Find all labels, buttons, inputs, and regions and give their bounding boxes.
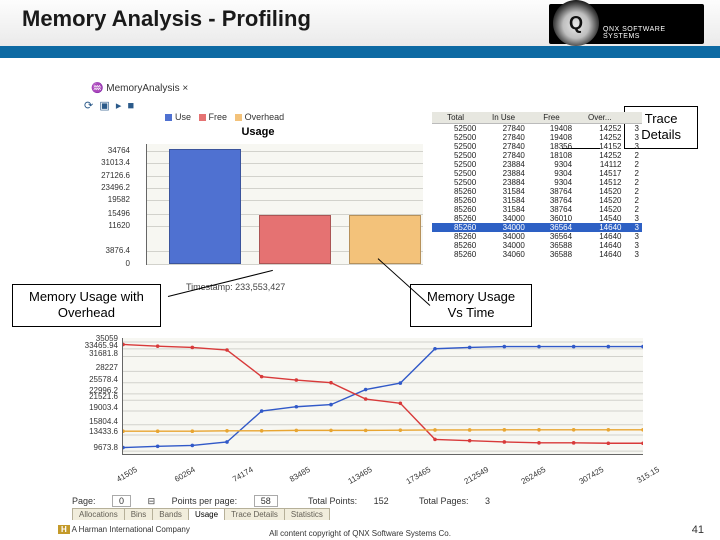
tab-bands[interactable]: Bands	[152, 508, 189, 520]
qnx-badge-icon: Q	[553, 0, 599, 46]
trace-details-table[interactable]: TotalIn UseFreeOver...525002784019408142…	[432, 112, 642, 259]
slide-banner: Memory Analysis - Profiling Q QNX SOFTWA…	[0, 0, 720, 58]
page-number: 41	[692, 524, 704, 536]
tab-trace-details[interactable]: Trace Details	[224, 508, 285, 520]
ide-toolbar[interactable]: ⟳ ▣ ▸ ■	[84, 99, 134, 112]
qnx-logo: Q QNX SOFTWARE SYSTEMS	[549, 4, 704, 44]
ide-tab[interactable]: ♒ MemoryAnalysis ×	[91, 83, 188, 94]
tab-statistics[interactable]: Statistics	[284, 508, 330, 520]
bar-chart-title: Usage	[86, 126, 430, 138]
slide-title: Memory Analysis - Profiling	[22, 6, 311, 32]
qnx-tagline: QNX SOFTWARE SYSTEMS	[603, 26, 704, 40]
usage-line-chart: 9673.813433.615804.419003.421521.622996.…	[72, 334, 648, 494]
annotation-overhead: Memory Usage withOverhead	[12, 284, 161, 327]
bar-legend: Use Free Overhead	[165, 112, 284, 122]
tab-usage[interactable]: Usage	[188, 508, 225, 520]
copyright: All content copyright of QNX Software Sy…	[0, 529, 720, 538]
tab-bins[interactable]: Bins	[124, 508, 154, 520]
line-chart-svg	[123, 338, 643, 454]
tab-allocations[interactable]: Allocations	[72, 508, 125, 520]
bottom-tabs[interactable]: AllocationsBinsBandsUsageTrace DetailsSt…	[72, 510, 329, 519]
pager[interactable]: Page: 0 ⊟ Points per page: 58 Total Poin…	[72, 495, 518, 507]
